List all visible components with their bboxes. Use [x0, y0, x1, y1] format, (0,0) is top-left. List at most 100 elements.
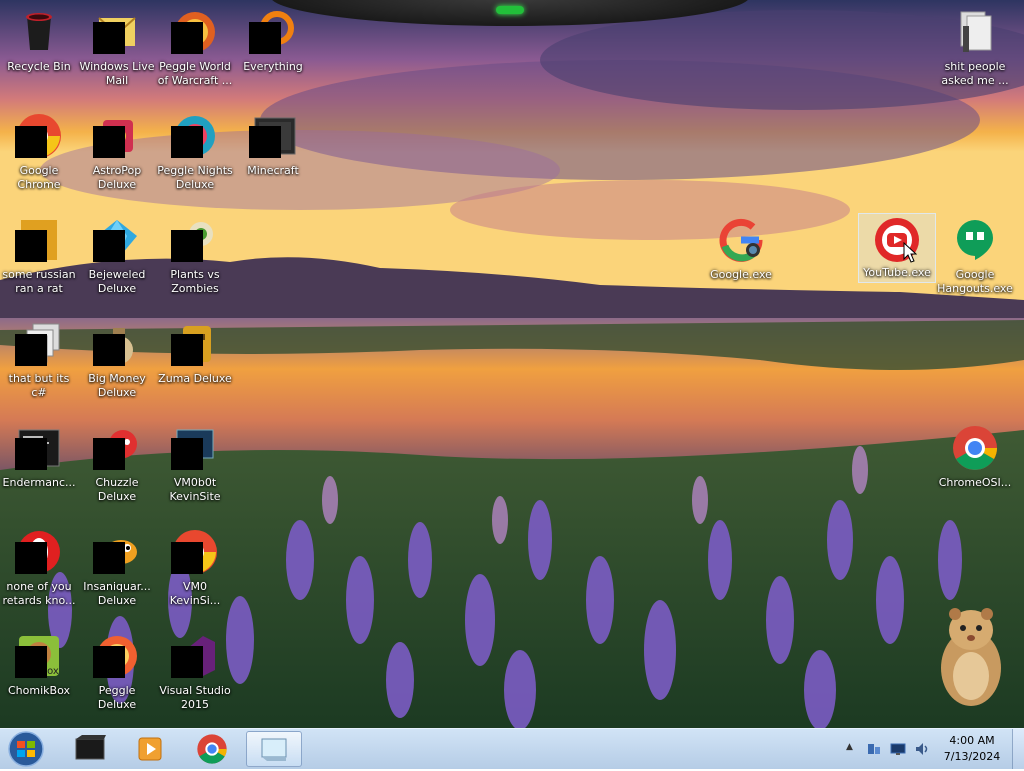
start-orb-icon [8, 731, 44, 767]
show-hidden-icons-button[interactable]: ▲ [846, 742, 853, 752]
desktop-icon-label: shit people asked me ... [941, 60, 1009, 87]
desktop-icon-google-chrome[interactable]: Google Chrome [1, 106, 77, 206]
desktop-icon-label: Insaniquar... Deluxe [83, 580, 151, 607]
redaction-box [15, 126, 47, 158]
redaction-box [93, 334, 125, 366]
chuzzle-icon [93, 424, 141, 472]
desktop-icon-label: Chuzzle Deluxe [95, 476, 139, 503]
folder-icon [951, 8, 999, 56]
desktop-icon-google-exe[interactable]: Google.exe [703, 210, 779, 310]
desktop-icon-astropop-deluxe[interactable]: AstroPop Deluxe [79, 106, 155, 206]
desktop-icon-label: ChomikBox [8, 684, 70, 697]
opera-icon [15, 528, 63, 576]
show-desktop-button[interactable] [1012, 729, 1024, 769]
java-jar-icon: e [15, 216, 63, 264]
desktop-icon-plants-vs-zombies[interactable]: Plants vs Zombies [157, 210, 233, 310]
display-icon[interactable] [890, 741, 906, 757]
desktop-icon-minecraft[interactable]: Minecraft [235, 106, 311, 206]
desktop-icon-shit-people-asked-me[interactable]: shit people asked me ... [937, 2, 1013, 102]
plant-icon [171, 216, 219, 264]
clock-date: 7/13/2024 [943, 750, 1001, 763]
desktop-icon-recycle-bin[interactable]: Recycle Bin [1, 2, 77, 102]
desktop-icon-label: Visual Studio 2015 [159, 684, 231, 711]
desktop-icon-endermanc[interactable]: Endermanc... [1, 418, 77, 518]
chrome-icon [15, 112, 63, 160]
redaction-box [93, 230, 125, 262]
start-button[interactable] [4, 730, 50, 768]
desktop-icon-peggle-deluxe[interactable]: Peggle Deluxe [79, 626, 155, 726]
desktop-icon-none-of-you[interactable]: none of you retards kno... [1, 522, 77, 622]
system-clock[interactable]: 4:00 AM 7/13/2024 [934, 733, 1010, 765]
peggle-nights-icon [171, 112, 219, 160]
redaction-box [93, 438, 125, 470]
redaction-box [15, 438, 47, 470]
desktop-icon-label: ChromeOSI... [938, 476, 1012, 489]
desktop-icon-zuma-deluxe[interactable]: Zuma Deluxe [157, 314, 233, 414]
redaction-box [171, 646, 203, 678]
shortcut-stack-icon [15, 320, 63, 368]
redaction-box [171, 126, 203, 158]
mail-icon [93, 8, 141, 56]
astropop-icon [93, 112, 141, 160]
taskbar-paint-window[interactable] [246, 731, 302, 767]
terminal-window-icon [75, 735, 106, 760]
taskbar-media-player[interactable] [122, 731, 178, 767]
desktop-icon-that-but-its-csharp[interactable]: that but its c# [1, 314, 77, 414]
network-icon[interactable] [866, 741, 882, 757]
taskbar-terminal-window[interactable] [62, 731, 118, 767]
hamster-desktop-pet[interactable] [935, 598, 1007, 710]
desktop-icon-label: Peggle World of Warcraft ... [157, 60, 233, 87]
desktop-icon-label: Google Hangouts.exe [937, 268, 1013, 295]
desktop-icon-label: AstroPop Deluxe [92, 164, 142, 191]
redaction-box [171, 542, 203, 574]
desktop-icon-some-russian-ran-a-rat[interactable]: e some russian ran a rat [1, 210, 77, 310]
taskbar-chrome[interactable] [184, 731, 240, 767]
media-player-icon [138, 737, 162, 761]
desktop-icon-vm0-kevinsite[interactable]: VM0 KevinSi... [157, 522, 233, 622]
desktop-icon-label: VM0 KevinSi... [169, 580, 221, 607]
visual-studio-icon [171, 632, 219, 680]
redaction-box [15, 334, 47, 366]
desktop-icon-big-money-deluxe[interactable]: Big Money Deluxe [79, 314, 155, 414]
desktop-icon-vm0b0t-kevinsite[interactable]: VM0b0t KevinSite [157, 418, 233, 518]
redaction-box [15, 230, 47, 262]
fish-icon [93, 528, 141, 576]
desktop-icon-insaniquarium-deluxe[interactable]: Insaniquar... Deluxe [79, 522, 155, 622]
desktop-icon-label: Bejeweled Deluxe [88, 268, 146, 295]
chrome-icon [171, 528, 219, 576]
desktop-icon-chuzzle-deluxe[interactable]: Chuzzle Deluxe [79, 418, 155, 518]
money-bag-icon [93, 320, 141, 368]
desktop-icon-google-hangouts-exe[interactable]: Google Hangouts.exe [937, 210, 1013, 310]
desktop-icon-label: Everything [243, 60, 303, 73]
chomik-icon: ox [15, 632, 63, 680]
google-g-icon [717, 216, 765, 264]
desktop-icon-label: VM0b0t KevinSite [169, 476, 221, 503]
redaction-box [93, 542, 125, 574]
zuma-idol-icon [171, 320, 219, 368]
desktop-icon-everything[interactable]: Everything [235, 2, 311, 102]
desktop-icon-bejeweled-deluxe[interactable]: Bejeweled Deluxe [79, 210, 155, 310]
desktop-icon-visual-studio-2015[interactable]: Visual Studio 2015 [157, 626, 233, 726]
desktop-icon-youtube-exe[interactable]: YouTube.exe [858, 213, 936, 283]
volume-icon[interactable] [914, 741, 930, 757]
redaction-box [171, 230, 203, 262]
hangouts-icon [951, 216, 999, 264]
desktop-icon-label: Big Money Deluxe [88, 372, 146, 399]
desktop-icon-windows-live-mail[interactable]: Windows Live Mail [79, 2, 155, 102]
peggle-ball-icon [93, 632, 141, 680]
desktop-icon-peggle-nights-deluxe[interactable]: Peggle Nights Deluxe [157, 106, 233, 206]
desktop-icon-label: Windows Live Mail [79, 60, 155, 87]
search-magnifier-icon [249, 8, 297, 56]
taskbar: ▲ 4:00 AM 7/13/2024 [0, 728, 1024, 769]
desktop-icon-chomikbox[interactable]: ox ChomikBox [1, 626, 77, 726]
redaction-box [15, 542, 47, 574]
redaction-box [15, 646, 47, 678]
desktop-icon-chromeosi[interactable]: ChromeOSI... [937, 418, 1013, 518]
desktop-icon-peggle-world-of-warcraft[interactable]: Peggle World of Warcraft ... [157, 2, 233, 102]
desktop-icon-label: Google Chrome [17, 164, 61, 191]
desktop-icon-label: Peggle Nights Deluxe [157, 164, 233, 191]
desktop-icon-label: that but its c# [8, 372, 70, 399]
desktop-icon-label: Minecraft [247, 164, 299, 177]
minecraft-icon [249, 112, 297, 160]
desktop-icon-label: YouTube.exe [863, 266, 931, 279]
